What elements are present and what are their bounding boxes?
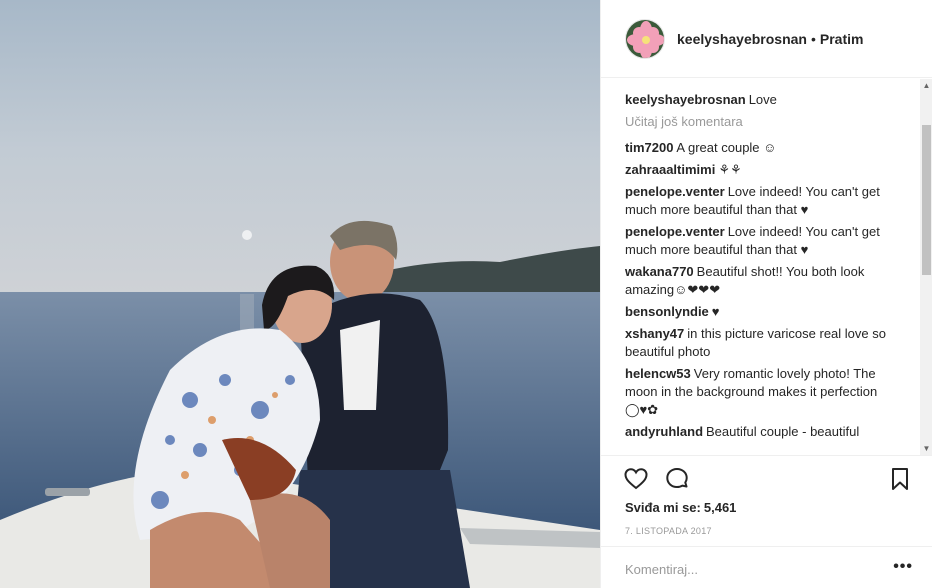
bookmark-icon [892,468,908,490]
comment-item: xshany47 in this picture varicose real lo… [625,325,911,361]
comment-text: A great couple ☺ [676,140,777,155]
post-photo[interactable] [0,0,600,588]
comment-username[interactable]: tim7200 [625,140,673,155]
follow-button[interactable]: Pratim [820,31,864,47]
comment-username[interactable]: zahraaaltimimi [625,162,715,177]
caption-text: Love [748,92,777,107]
post-details-panel: keelyshayebrosnan • Pratim keelyshayebrosn… [600,0,932,588]
likes-count[interactable]: Sviđa mi se: 5,461 [625,500,736,515]
comment-item: zahraaaltimimi ⚘⚘ [625,161,911,179]
scroll-thumb[interactable] [922,125,931,275]
save-button[interactable] [887,466,913,492]
comment-item: tim7200 A great couple ☺ [625,139,911,157]
comment-username[interactable]: helencw53 [625,366,691,381]
comment-username[interactable]: penelope.venter [625,184,725,199]
post-actions [601,457,932,497]
heart-icon [624,468,648,490]
comments-list[interactable]: keelyshayebrosnan Love Učitaj još komenta… [601,79,932,456]
add-comment-section: ••• [601,546,932,588]
comment-username[interactable]: xshany47 [625,326,684,341]
comment-item: andyruhland Beautiful couple - beautiful [625,423,911,441]
flower-avatar-icon [626,20,664,58]
caption: keelyshayebrosnan Love [625,91,911,109]
comment-username[interactable]: andyruhland [625,424,703,439]
comment-item: penelope.venter Love indeed! You can't ge… [625,183,911,219]
comments-scrollbar[interactable]: ▲ ▼ [920,79,932,455]
comment-item: bensonlyndie ♥ [625,303,911,321]
comment-item: helencw53 Very romantic lovely photo! The… [625,365,911,419]
load-more-comments[interactable]: Učitaj još komentara [625,113,911,131]
comment-text: Beautiful couple - beautiful [706,424,860,439]
caption-username[interactable]: keelyshayebrosnan [625,92,746,107]
comment-text: ⚘⚘ [718,162,742,177]
comments-inner: keelyshayebrosnan Love Učitaj još komenta… [625,91,911,445]
comment-input[interactable] [625,559,875,579]
comment-item: wakana770 Beautiful shot!! You both look … [625,263,911,299]
likes-number: 5,461 [703,500,737,515]
header-separator: • [810,31,816,47]
post-header: keelyshayebrosnan • Pratim [601,0,932,78]
comment-item: penelope.venter Love indeed! You can't ge… [625,223,911,259]
comment-username[interactable]: bensonlyndie [625,304,709,319]
header-line: keelyshayebrosnan • Pratim [677,31,863,47]
more-options-icon[interactable]: ••• [893,559,913,575]
header-username[interactable]: keelyshayebrosnan [677,31,807,47]
comment-button[interactable] [664,466,690,492]
scroll-up-arrow-icon[interactable]: ▲ [920,79,932,93]
post-date[interactable]: 7. listopada 2017 [625,526,712,536]
comment-username[interactable]: wakana770 [625,264,694,279]
photo-couple-on-boat [0,0,600,588]
speech-bubble-icon [666,468,688,488]
like-button[interactable] [623,466,649,492]
scroll-down-arrow-icon[interactable]: ▼ [920,442,932,455]
comment-text: ♥ [711,304,720,319]
avatar[interactable] [625,19,665,59]
comment-username[interactable]: penelope.venter [625,224,725,239]
likes-label: Sviđa mi se: [625,500,701,515]
